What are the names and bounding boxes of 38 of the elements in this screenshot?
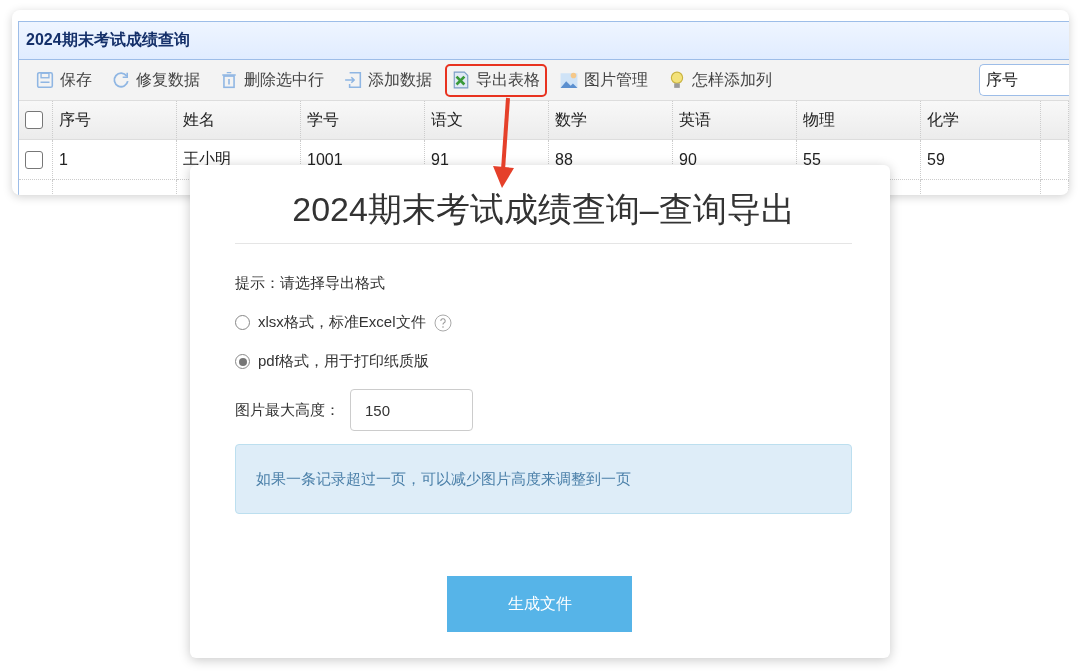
height-input[interactable]: 150 [350, 389, 473, 431]
option-label[interactable]: xlsx格式，标准Excel文件 [258, 313, 426, 332]
row-checkbox[interactable] [25, 150, 43, 169]
column-header[interactable]: 数学 [549, 101, 673, 140]
radio-button[interactable] [235, 354, 250, 369]
image-icon [560, 71, 578, 89]
spreadsheet-icon [452, 71, 470, 89]
table-cell: 1 [53, 140, 177, 180]
hint-text: 提示：请选择导出格式 [235, 274, 386, 293]
column-header[interactable]: 物理 [797, 101, 921, 140]
notice-text: 如果一条记录超过一页，可以减少图片高度来调整到一页 [235, 444, 852, 514]
panel-title: 2024期末考试成绩查询 [19, 22, 1069, 60]
refresh-icon [112, 71, 130, 89]
search-field[interactable]: 序号 [979, 64, 1069, 96]
column-header[interactable]: 化学 [921, 101, 1041, 140]
toolbar-button[interactable]: 添加数据 [337, 63, 439, 97]
toolbar-button[interactable]: 删除选中行 [213, 63, 331, 97]
column-header[interactable]: 姓名 [177, 101, 301, 140]
help-icon[interactable] [433, 313, 452, 332]
radio-button[interactable] [235, 315, 250, 330]
trash-icon [220, 71, 238, 89]
toolbar-button[interactable]: 图片管理 [553, 63, 655, 97]
select-all-checkbox[interactable] [25, 111, 43, 129]
toolbar-button[interactable]: 怎样添加列 [661, 63, 779, 97]
option-label[interactable]: pdf格式，用于打印纸质版 [258, 352, 429, 371]
column-header[interactable]: 学号 [301, 101, 425, 140]
column-header[interactable]: 语文 [425, 101, 549, 140]
toolbar-button[interactable]: 导出表格 [445, 63, 547, 97]
import-icon [344, 71, 362, 89]
table-cell: 59 [921, 140, 1041, 180]
lightbulb-icon [668, 71, 686, 89]
toolbar-button[interactable]: 修复数据 [105, 63, 207, 97]
column-header[interactable]: 英语 [673, 101, 797, 140]
save-icon [36, 71, 54, 89]
toolbar-button[interactable]: 保存 [29, 63, 99, 97]
column-header[interactable]: 序号 [53, 101, 177, 140]
column-header [1041, 101, 1069, 140]
field-label: 图片最大高度： [235, 400, 340, 420]
